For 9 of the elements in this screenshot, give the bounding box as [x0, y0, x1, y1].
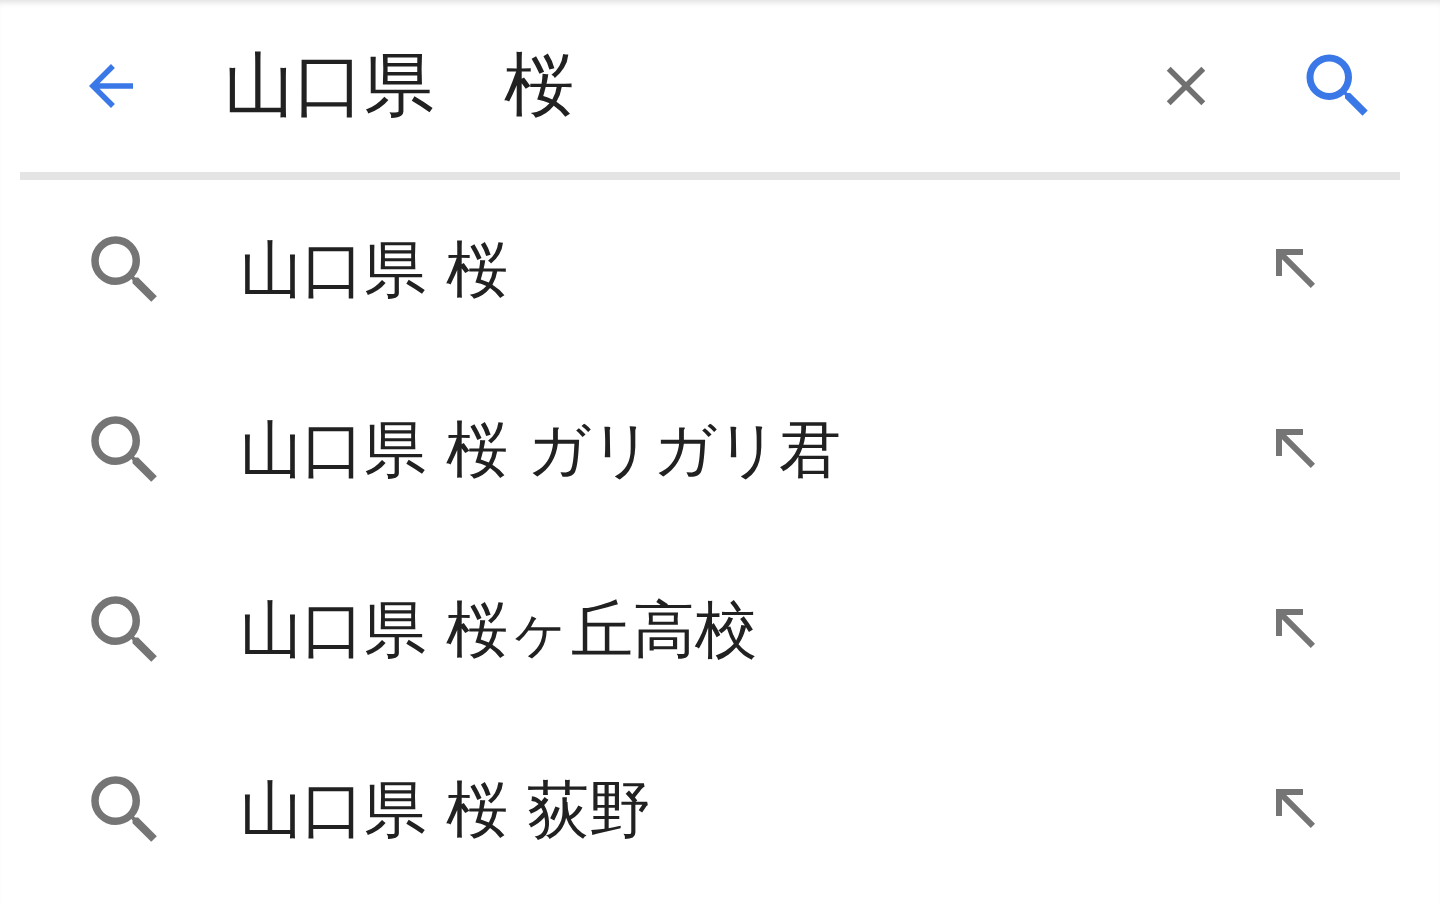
suggestion-text: 山口県 桜 荻野 — [240, 772, 653, 848]
suggestion-text: 山口県 桜 ガリガリ君 — [240, 412, 843, 488]
suggestion-item[interactable]: 山口県 桜ヶ丘高校 — [0, 540, 1440, 720]
suggestion-item[interactable]: 山口県 桜 荻野 — [0, 720, 1440, 900]
suggestion-text: 山口県 桜ヶ丘高校 — [240, 592, 758, 668]
suggestion-item[interactable]: 山口県 桜 — [0, 180, 1440, 360]
suggestion-item[interactable]: 山口県 桜 ガリガリ君 — [0, 360, 1440, 540]
suggestion-text: 山口県 桜 — [240, 232, 509, 308]
search-field[interactable]: 山口県 桜 — [224, 45, 1136, 127]
